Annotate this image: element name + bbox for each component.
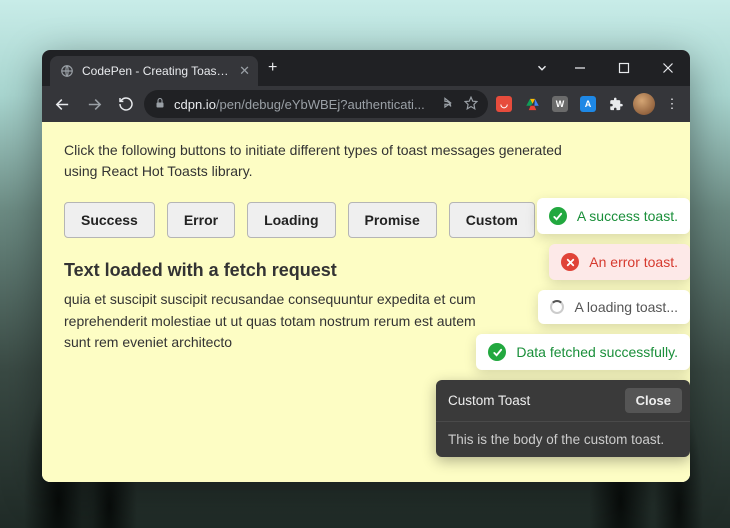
custom-toast-close-button[interactable]: Close bbox=[625, 388, 682, 413]
url-input[interactable]: cdpn.io/pen/debug/eYbWBEj?authenticati..… bbox=[144, 90, 488, 118]
toast-message: A success toast. bbox=[577, 208, 678, 224]
promise-button[interactable]: Promise bbox=[348, 202, 437, 238]
custom-toast-header: Custom Toast Close bbox=[436, 380, 690, 421]
url-text: cdpn.io/pen/debug/eYbWBEj?authenticati..… bbox=[174, 97, 434, 112]
lock-icon bbox=[154, 97, 166, 112]
success-button[interactable]: Success bbox=[64, 202, 155, 238]
fetch-body-text: quia et suscipit suscipit recusandae con… bbox=[64, 289, 484, 354]
close-tab-icon[interactable]: ✕ bbox=[239, 63, 250, 79]
forward-button[interactable] bbox=[80, 90, 108, 118]
toast-message: A loading toast... bbox=[574, 299, 678, 315]
toast-message: An error toast. bbox=[589, 254, 678, 270]
new-tab-button[interactable]: + bbox=[258, 59, 287, 77]
tab-title: CodePen - Creating Toast Notifs bbox=[82, 64, 231, 78]
drive-extension-icon[interactable] bbox=[520, 92, 544, 116]
browser-tab[interactable]: CodePen - Creating Toast Notifs ✕ bbox=[50, 56, 258, 86]
toast-loading: A loading toast... bbox=[538, 290, 690, 324]
kebab-menu-icon[interactable]: ⋮ bbox=[660, 92, 684, 116]
back-button[interactable] bbox=[48, 90, 76, 118]
spinner-icon bbox=[550, 300, 564, 314]
toast-custom: Custom Toast Close This is the body of t… bbox=[436, 380, 690, 457]
custom-toast-body: This is the body of the custom toast. bbox=[436, 421, 690, 457]
toast-message: Data fetched successfully. bbox=[516, 344, 678, 360]
share-icon[interactable] bbox=[442, 96, 456, 113]
extensions-puzzle-icon[interactable] bbox=[604, 92, 628, 116]
intro-text: Click the following buttons to initiate … bbox=[64, 140, 584, 182]
toast-error: An error toast. bbox=[549, 244, 690, 280]
globe-icon bbox=[60, 64, 74, 78]
loading-button[interactable]: Loading bbox=[247, 202, 335, 238]
window-controls bbox=[558, 50, 690, 86]
tab-search-icon[interactable] bbox=[526, 50, 558, 86]
reload-button[interactable] bbox=[112, 90, 140, 118]
custom-toast-title: Custom Toast bbox=[448, 393, 530, 408]
maximize-button[interactable] bbox=[602, 50, 646, 86]
profile-avatar[interactable] bbox=[632, 92, 656, 116]
toast-stack: A success toast. An error toast. A loadi… bbox=[436, 198, 690, 457]
minimize-button[interactable] bbox=[558, 50, 602, 86]
w-extension-icon[interactable]: W bbox=[548, 92, 572, 116]
toast-success: A success toast. bbox=[537, 198, 690, 234]
window-titlebar: CodePen - Creating Toast Notifs ✕ + bbox=[42, 50, 690, 86]
close-window-button[interactable] bbox=[646, 50, 690, 86]
error-button[interactable]: Error bbox=[167, 202, 235, 238]
browser-window: CodePen - Creating Toast Notifs ✕ + bbox=[42, 50, 690, 482]
toast-fetched: Data fetched successfully. bbox=[476, 334, 690, 370]
x-circle-icon bbox=[561, 253, 579, 271]
star-icon[interactable] bbox=[464, 96, 478, 113]
pocket-extension-icon[interactable]: ◡ bbox=[492, 92, 516, 116]
page-content: Click the following buttons to initiate … bbox=[42, 122, 690, 482]
address-bar: cdpn.io/pen/debug/eYbWBEj?authenticati..… bbox=[42, 86, 690, 122]
check-circle-icon bbox=[549, 207, 567, 225]
a-extension-icon[interactable]: A bbox=[576, 92, 600, 116]
check-circle-icon bbox=[488, 343, 506, 361]
